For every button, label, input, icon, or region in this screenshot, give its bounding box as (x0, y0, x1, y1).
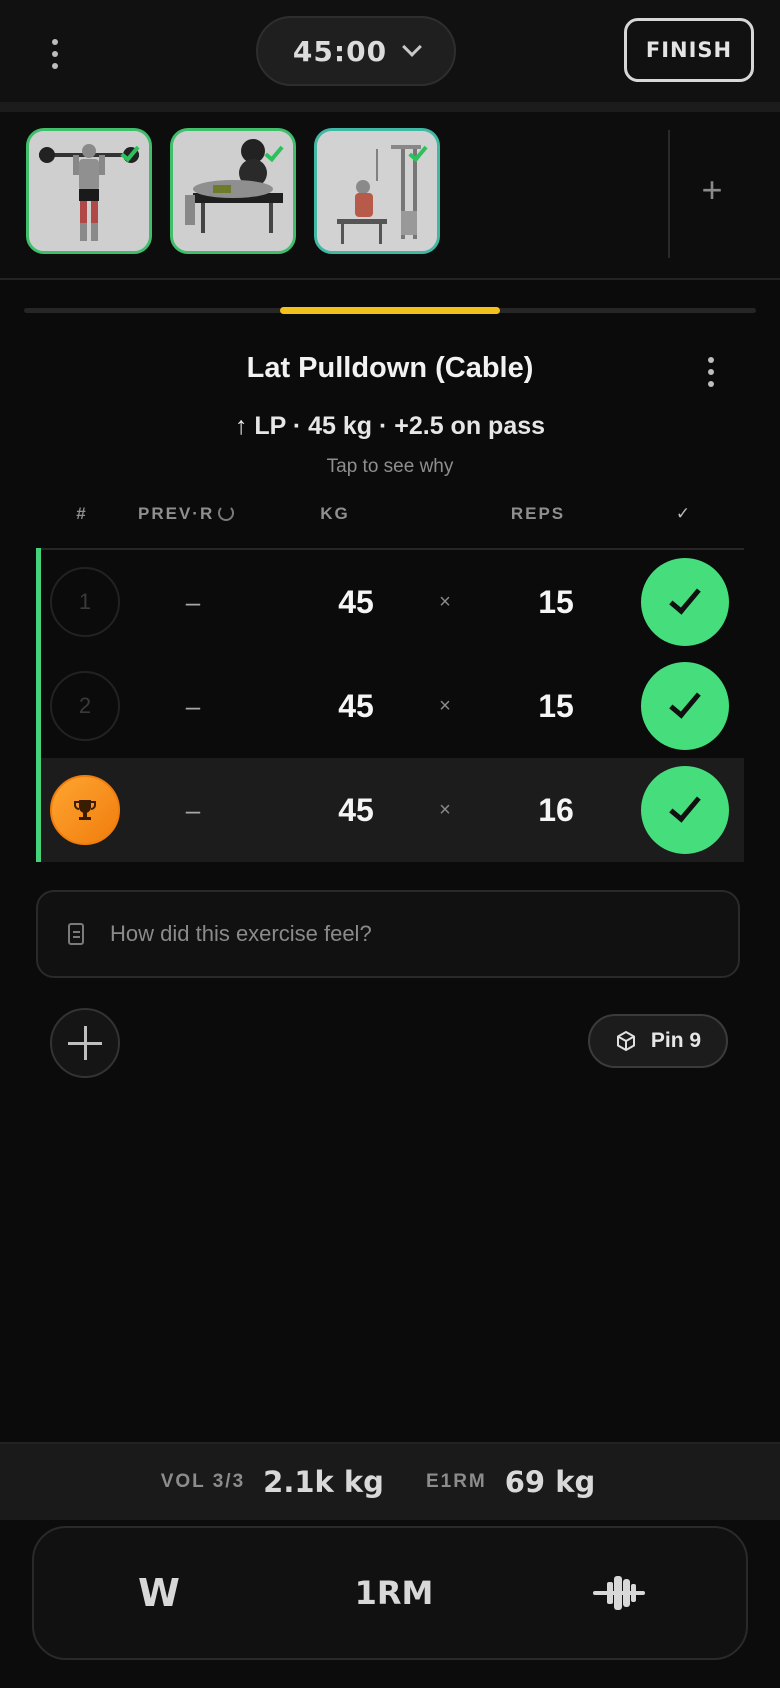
volume-label: VOL 3/3 (160, 1471, 246, 1492)
stats-bar: VOL 3/3 2.1k kg E1RM 69 kg (0, 1442, 780, 1520)
top-bar: 45:00 FINISH (0, 0, 780, 104)
plate-calculator-button[interactable] (579, 1528, 659, 1658)
add-exercise-icon[interactable]: + (690, 168, 734, 212)
e1rm-value: 69 kg (504, 1465, 596, 1499)
add-set-button[interactable] (50, 1008, 120, 1078)
volume-value: 2.1k kg (263, 1465, 384, 1499)
tools-panel: W 1RM (32, 1526, 748, 1660)
header-divider (0, 102, 780, 112)
note-icon (68, 923, 84, 945)
set-row: 1 – 45 × 15 (41, 550, 744, 654)
timer-text: 45:00 (292, 34, 388, 68)
e1rm-label: E1RM (425, 1471, 487, 1492)
previous-value[interactable]: – (153, 550, 233, 654)
column-header-reps: REPS (510, 504, 566, 523)
set-complete-button[interactable] (641, 662, 729, 750)
times-symbol: × (439, 590, 451, 613)
exercise-thumbnail-lat-pulldown[interactable] (314, 128, 440, 254)
reps-value[interactable]: 15 (501, 654, 611, 758)
progression-why-link[interactable]: Tap to see why (0, 456, 780, 478)
set-row-personal-record: – 45 × 16 (41, 758, 744, 862)
exercise-progress-indicator (280, 307, 500, 314)
workout-timer-button[interactable]: 45:00 (256, 16, 456, 86)
finish-button[interactable]: FINISH (624, 18, 754, 82)
sets-accent-bar (36, 548, 41, 862)
exercise-notes-input[interactable]: How did this exercise feel? (36, 890, 740, 978)
checkmark-icon (669, 581, 701, 615)
checkmark-icon (669, 789, 701, 823)
set-complete-button[interactable] (641, 766, 729, 854)
times-symbol: × (439, 694, 451, 717)
set-row: 2 – 45 × 15 (41, 654, 744, 758)
previous-value[interactable]: – (153, 654, 233, 758)
reps-value[interactable]: 15 (501, 550, 611, 654)
column-header-previous-label: PREV·R (138, 504, 215, 523)
trophy-icon (74, 800, 96, 820)
bottom-toolbar: W 1RM (0, 1520, 780, 1688)
column-header-kg: KG (320, 504, 350, 523)
pin-label: Pin 9 (650, 1029, 702, 1052)
set-complete-button[interactable] (641, 558, 729, 646)
plus-icon (68, 1026, 102, 1060)
cube-icon (616, 1031, 635, 1051)
previous-value[interactable]: – (153, 758, 233, 862)
exercise-options-icon[interactable] (696, 352, 726, 392)
reps-value[interactable]: 16 (501, 758, 611, 862)
set-number[interactable]: 1 (50, 567, 120, 637)
pin-setting-button[interactable]: Pin 9 (588, 1014, 728, 1068)
column-header-previous[interactable]: PREV·R (138, 504, 264, 524)
exercise-thumbnail-strip: + (0, 112, 780, 280)
refresh-icon (218, 505, 235, 521)
set-number[interactable]: 2 (50, 671, 120, 741)
more-menu-icon[interactable] (40, 34, 70, 74)
weight-value[interactable]: 45 (301, 654, 411, 758)
column-header-done: ✓ (675, 504, 693, 523)
exercise-title[interactable]: Lat Pulldown (Cable) (0, 352, 780, 385)
weight-value[interactable]: 45 (301, 758, 411, 862)
warmup-tool-button[interactable]: W (124, 1528, 194, 1658)
notes-placeholder: How did this exercise feel? (110, 921, 372, 946)
exercise-thumbnail-bench-press[interactable] (170, 128, 296, 254)
one-rep-max-tool-button[interactable]: 1RM (334, 1528, 454, 1658)
times-symbol: × (439, 798, 451, 821)
exercise-thumbnail-overhead-press[interactable] (26, 128, 152, 254)
checkmark-icon (669, 685, 701, 719)
trophy-badge[interactable] (50, 775, 120, 845)
weight-value[interactable]: 45 (301, 550, 411, 654)
strip-divider (668, 130, 670, 258)
barbell-plate-icon (593, 1576, 645, 1610)
chevron-down-icon (402, 37, 422, 57)
column-header-number: # (76, 504, 88, 523)
progression-rule[interactable]: ↑ LP · 45 kg · +2.5 on pass (0, 412, 780, 441)
